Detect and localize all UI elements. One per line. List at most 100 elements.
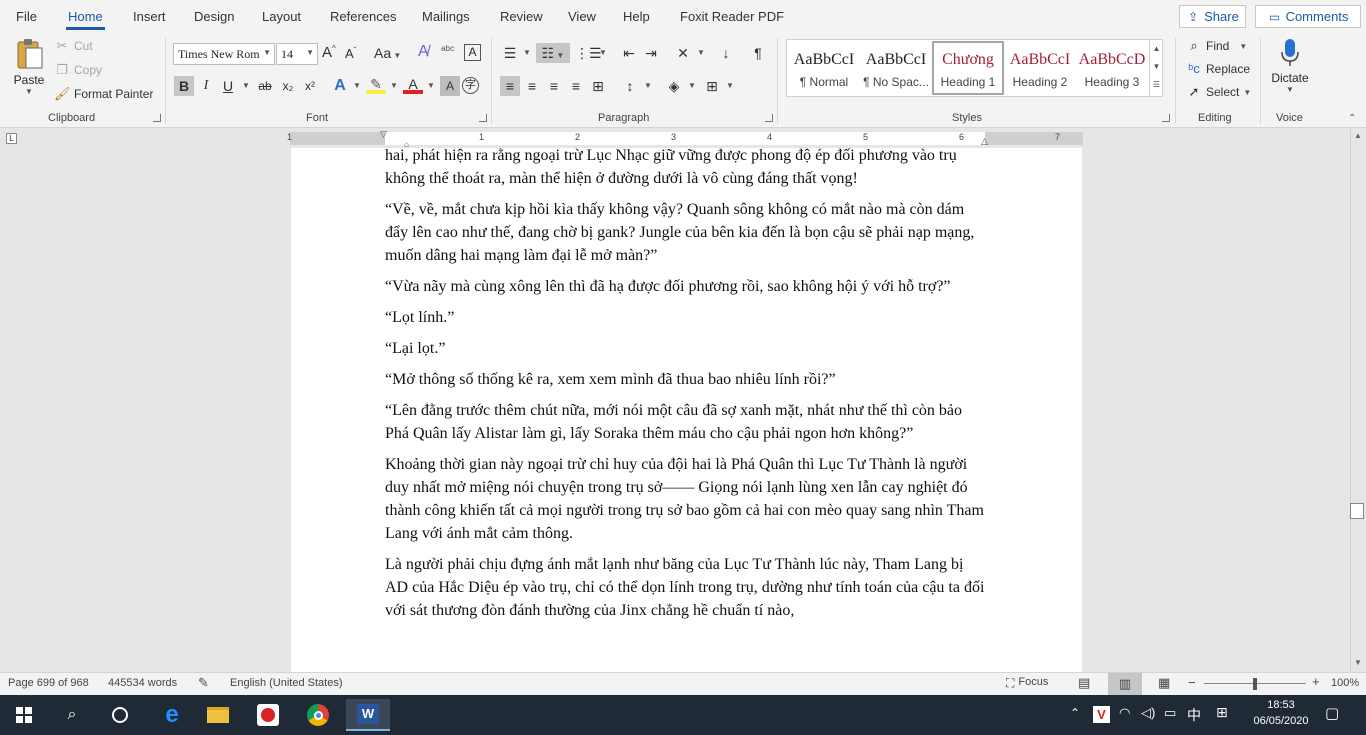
shrink-font-button[interactable]: Aˇ	[345, 46, 356, 61]
zoom-in-icon[interactable]: +	[1312, 674, 1320, 689]
decrease-indent-icon[interactable]: ⇤	[619, 43, 639, 63]
style-normal[interactable]: AaBbCcI ¶ Normal	[788, 41, 860, 95]
horizontal-ruler[interactable]: 1 1 2 3 4 5 6 7 ▽ ⌂ △	[287, 129, 1083, 149]
styles-scroll[interactable]: ▲ ▼ ☰	[1149, 40, 1163, 96]
chevron-down-icon[interactable]: ▼	[720, 76, 740, 96]
clear-formatting-icon[interactable]: A̸	[418, 43, 429, 61]
chevron-down-icon[interactable]: ▼	[517, 43, 537, 63]
chevron-up-icon[interactable]: ⌃	[1070, 706, 1080, 720]
input-mode-icon[interactable]: ⊞	[1216, 704, 1228, 721]
search-icon[interactable]: ⌕	[52, 699, 92, 731]
clock-date[interactable]: 06/05/2020	[1248, 715, 1314, 727]
character-border-icon[interactable]: A	[464, 44, 481, 61]
chevron-down-icon[interactable]: ▼	[384, 76, 404, 96]
comments-button[interactable]: ▭ Comments	[1255, 5, 1361, 28]
chevron-down-icon[interactable]: ▼	[421, 76, 441, 96]
tab-design[interactable]: Design	[194, 9, 234, 24]
cut-button[interactable]: ✂ Cut	[54, 38, 93, 54]
font-launcher-icon[interactable]	[479, 114, 487, 122]
chrome-browser-icon[interactable]	[298, 699, 338, 731]
print-layout-icon[interactable]: ▥	[1108, 673, 1142, 695]
scroll-down-icon[interactable]: ▼	[1354, 658, 1362, 667]
format-painter-button[interactable]: 🖌 Format Painter	[54, 86, 153, 102]
tab-mailings[interactable]: Mailings	[422, 9, 470, 24]
tab-file[interactable]: File	[16, 9, 37, 24]
style-heading-1[interactable]: Chương Heading 1	[932, 41, 1004, 95]
first-line-indent-marker[interactable]: ▽	[380, 129, 387, 140]
multilevel-list-icon[interactable]: ⋮☰	[575, 43, 602, 63]
web-layout-icon[interactable]: ▦	[1158, 675, 1170, 691]
justify-button[interactable]: ≡	[566, 76, 586, 96]
font-color-icon[interactable]: A	[403, 76, 423, 94]
underline-button[interactable]: U	[218, 76, 238, 96]
scroll-up-icon[interactable]: ▲	[1354, 131, 1362, 140]
tab-view[interactable]: View	[568, 9, 596, 24]
word-count[interactable]: 445534 words	[108, 677, 177, 689]
borders-icon[interactable]: ⊞	[702, 76, 722, 96]
numbering-icon[interactable]: ☷ ▼	[536, 43, 570, 63]
zoom-level[interactable]: 100%	[1331, 677, 1359, 689]
chevron-up-icon[interactable]: ▲	[1150, 40, 1163, 58]
italic-button[interactable]: I	[196, 76, 216, 96]
paste-dropdown-icon[interactable]: ▼	[12, 87, 46, 96]
tab-help[interactable]: Help	[623, 9, 650, 24]
dictate-button[interactable]: Dictate ▼	[1268, 38, 1312, 94]
focus-button[interactable]: ⛶ Focus	[1006, 676, 1048, 691]
task-view-icon[interactable]	[100, 699, 140, 731]
superscript-button[interactable]: x²	[300, 76, 320, 96]
chevron-down-icon[interactable]: ▼	[638, 76, 658, 96]
pilcrow-icon[interactable]: ¶	[748, 43, 768, 63]
clipboard-launcher-icon[interactable]	[153, 114, 161, 122]
chevron-down-icon[interactable]: ▼	[682, 76, 702, 96]
character-shading-icon[interactable]: A	[440, 76, 460, 96]
zoom-out-icon[interactable]: −	[1188, 675, 1196, 690]
font-size-dropdown[interactable]: 14 ▼	[276, 43, 318, 65]
styles-launcher-icon[interactable]	[1162, 114, 1170, 122]
chevron-down-icon[interactable]: ▼	[236, 76, 256, 96]
document-body[interactable]: hai, phát hiện ra rằng ngoại trừ Lục Nhạ…	[385, 148, 985, 630]
collapse-ribbon-icon[interactable]: ⌃	[1348, 113, 1356, 124]
style-heading-2[interactable]: AaBbCcI Heading 2	[1004, 41, 1076, 95]
enclose-characters-icon[interactable]: 字	[462, 77, 479, 94]
foxit-reader-icon[interactable]	[248, 699, 288, 731]
paste-button[interactable]: Paste ▼	[12, 38, 46, 98]
replace-button[interactable]: ᵇc Replace	[1186, 61, 1250, 77]
tab-references[interactable]: References	[330, 9, 396, 24]
change-case-button[interactable]: Aa ▼	[374, 45, 401, 61]
more-styles-icon[interactable]: ☰	[1150, 76, 1163, 94]
language-indicator[interactable]: English (United States)	[230, 677, 343, 689]
vertical-scrollbar[interactable]: ▲ ▼	[1350, 129, 1366, 672]
highlighter-icon[interactable]: ✎	[366, 76, 386, 94]
chevron-down-icon[interactable]: ▼	[691, 43, 711, 63]
align-left-button[interactable]: ≡	[500, 76, 520, 96]
tab-home[interactable]: Home	[66, 9, 105, 30]
tab-layout[interactable]: Layout	[262, 9, 301, 24]
edge-browser-icon[interactable]: e	[152, 699, 192, 731]
proofing-icon[interactable]: ✎	[198, 675, 209, 691]
volume-icon[interactable]: ◁)	[1141, 705, 1155, 721]
right-indent-marker[interactable]: △	[981, 136, 988, 147]
style-no-spacing[interactable]: AaBbCcI ¶ No Spac...	[860, 41, 932, 95]
notification-icon[interactable]: ▢	[1325, 704, 1339, 722]
file-explorer-icon[interactable]	[198, 699, 238, 731]
page-count[interactable]: Page 699 of 968	[8, 677, 89, 689]
chevron-down-icon[interactable]: ▼	[593, 43, 613, 63]
copy-button[interactable]: ❐ Copy	[54, 62, 102, 78]
sort-icon[interactable]: ↓	[716, 43, 736, 63]
tab-insert[interactable]: Insert	[133, 9, 166, 24]
word-app-icon[interactable]: W	[346, 699, 390, 731]
align-right-button[interactable]: ≡	[544, 76, 564, 96]
battery-icon[interactable]: ▭	[1164, 705, 1176, 721]
asian-layout-icon[interactable]: ✕	[673, 43, 693, 63]
style-heading-3[interactable]: AaBbCcD Heading 3	[1076, 41, 1148, 95]
shading-bucket-icon[interactable]: ◈	[664, 76, 684, 96]
bold-button[interactable]: B	[174, 76, 194, 96]
document-page[interactable]: hai, phát hiện ra rằng ngoại trừ Lục Nhạ…	[291, 148, 1082, 672]
vietkey-icon[interactable]: V	[1093, 706, 1110, 723]
chevron-down-icon[interactable]: ▼	[347, 76, 367, 96]
windows-start-icon[interactable]	[4, 699, 44, 731]
strikethrough-button[interactable]: ab	[255, 76, 275, 96]
clock-time[interactable]: 18:53	[1251, 699, 1311, 711]
wifi-icon[interactable]: ◠	[1119, 705, 1130, 721]
tab-review[interactable]: Review	[500, 9, 543, 24]
